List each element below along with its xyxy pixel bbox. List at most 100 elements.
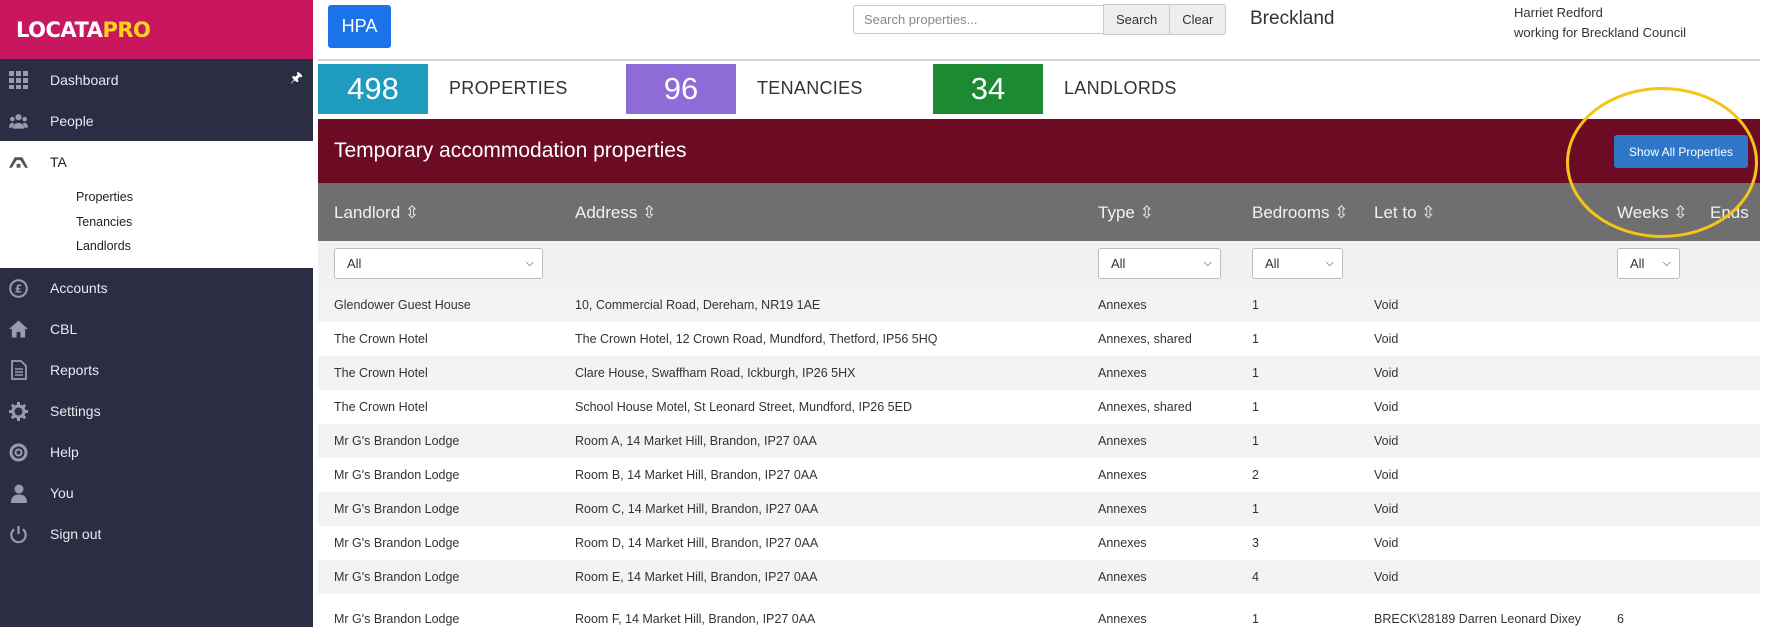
column-header-landlord[interactable]: Landlord ⇳ <box>334 203 419 223</box>
cell-type: Annexes <box>1098 612 1147 626</box>
sidebar-item-label: Accounts <box>50 280 108 296</box>
sidebar-item-you[interactable]: You <box>0 473 313 514</box>
cell-let-to: Void <box>1374 400 1399 414</box>
cell-type: Annexes, shared <box>1098 400 1192 414</box>
search-button[interactable]: Search <box>1103 4 1171 35</box>
sidebar-item-cbl[interactable]: CBL <box>0 309 313 350</box>
filter-row: All ⌵ All ⌵ All ⌵ All ⌵ <box>318 241 1760 288</box>
table-row[interactable]: Mr G's Brandon Lodge Room C, 14 Market H… <box>318 492 1760 526</box>
table-row[interactable]: Mr G's Brandon Lodge Room A, 14 Market H… <box>318 424 1760 458</box>
show-all-properties-button[interactable]: Show All Properties <box>1614 135 1748 168</box>
column-header-ends[interactable]: Ends <box>1710 203 1749 223</box>
sidebar-item-label: CBL <box>50 321 78 337</box>
cell-address: Room E, 14 Market Hill, Brandon, IP27 0A… <box>575 570 818 584</box>
cell-address: Room D, 14 Market Hill, Brandon, IP27 0A… <box>575 536 819 550</box>
home-icon <box>9 320 28 339</box>
cell-type: Annexes <box>1098 536 1147 550</box>
type-filter-select[interactable]: All ⌵ <box>1098 248 1221 279</box>
sidebar-item-ta[interactable]: TA <box>0 141 313 182</box>
cell-let-to: Void <box>1374 536 1399 550</box>
cell-type: Annexes <box>1098 468 1147 482</box>
subnav-item-tenancies[interactable]: Tenancies <box>0 210 313 235</box>
cell-type: Annexes <box>1098 298 1147 312</box>
cell-landlord: Mr G's Brandon Lodge <box>334 570 460 584</box>
cell-bedrooms: 4 <box>1252 570 1259 584</box>
cell-type: Annexes <box>1098 570 1147 584</box>
cell-address: Room F, 14 Market Hill, Brandon, IP27 0A… <box>575 612 816 626</box>
cell-let-to: Void <box>1374 434 1399 448</box>
search-bar: Search Clear <box>853 4 1227 36</box>
chevron-down-icon: ⌵ <box>1203 257 1212 269</box>
table-row[interactable]: The Crown Hotel The Crown Hotel, 12 Crow… <box>318 322 1760 356</box>
locata-pro-logo[interactable]: LOCATA PRO <box>0 0 313 59</box>
column-header-let-to[interactable]: Let to ⇳ <box>1374 203 1436 223</box>
cell-bedrooms: 1 <box>1252 434 1259 448</box>
tenancies-count[interactable]: 96 <box>626 64 736 114</box>
sidebar-item-help[interactable]: Help <box>0 432 313 473</box>
cell-type: Annexes <box>1098 502 1147 516</box>
user-name[interactable]: Harriet Redford <box>1514 5 1603 20</box>
cell-address: Room A, 14 Market Hill, Brandon, IP27 0A… <box>575 434 817 448</box>
column-header-weeks[interactable]: Weeks ⇳ <box>1617 203 1688 223</box>
table-header: Landlord ⇳ Address ⇳ Type ⇳ Bedrooms ⇳ L… <box>318 183 1760 241</box>
column-header-type[interactable]: Type ⇳ <box>1098 203 1154 223</box>
cell-address: Room B, 14 Market Hill, Brandon, IP27 0A… <box>575 468 818 482</box>
table-row[interactable]: Mr G's Brandon Lodge Room B, 14 Market H… <box>318 458 1760 492</box>
column-header-bedrooms[interactable]: Bedrooms ⇳ <box>1252 203 1348 223</box>
cell-let-to: Void <box>1374 502 1399 516</box>
pin-icon[interactable]: 🖈 <box>290 67 303 91</box>
clear-button[interactable]: Clear <box>1170 4 1227 35</box>
properties-count[interactable]: 498 <box>318 64 428 114</box>
subnav-item-properties[interactable]: Properties <box>0 185 313 210</box>
sidebar-item-label: Settings <box>50 403 101 419</box>
cell-landlord: The Crown Hotel <box>334 332 428 346</box>
landlords-count[interactable]: 34 <box>933 64 1043 114</box>
sidebar-item-label: People <box>50 112 94 129</box>
sidebar-item-label: Dashboard <box>50 71 119 88</box>
table-row[interactable]: The Crown Hotel Clare House, Swaffham Ro… <box>318 356 1760 390</box>
landlord-filter-value: All <box>347 256 362 271</box>
tenancies-label: TENANCIES <box>757 78 863 98</box>
sidebar: LOCATA PRO Dashboard 🖈 People TA Properti… <box>0 0 313 627</box>
table-row[interactable]: Mr G's Brandon Lodge Room F, 14 Market H… <box>318 600 1760 627</box>
table-row[interactable]: The Crown Hotel School House Motel, St L… <box>318 390 1760 424</box>
cell-address: The Crown Hotel, 12 Crown Road, Mundford… <box>575 332 938 346</box>
bedrooms-filter-select[interactable]: All ⌵ <box>1252 248 1343 279</box>
cell-type: Annexes, shared <box>1098 332 1192 346</box>
logo-text-pro: PRO <box>102 17 151 42</box>
table-row[interactable]: Glendower Guest House 10, Commercial Roa… <box>318 288 1760 322</box>
cell-landlord: Mr G's Brandon Lodge <box>334 612 460 626</box>
sidebar-nav: Dashboard 🖈 People TA <box>0 59 313 182</box>
cell-address: Clare House, Swaffham Road, Ickburgh, IP… <box>575 366 856 380</box>
search-input[interactable] <box>853 5 1103 34</box>
chevron-down-icon: ⌵ <box>1662 257 1671 269</box>
user-icon <box>9 484 28 503</box>
user-organisation: working for Breckland Council <box>1514 25 1686 40</box>
weeks-filter-select[interactable]: All ⌵ <box>1617 248 1680 279</box>
table-row[interactable]: Mr G's Brandon Lodge Room E, 14 Market H… <box>318 560 1760 594</box>
document-icon <box>9 360 28 380</box>
sidebar-item-settings[interactable]: Settings <box>0 391 313 432</box>
type-filter-value: All <box>1111 256 1126 271</box>
sidebar-item-reports[interactable]: Reports <box>0 350 313 391</box>
cell-bedrooms: 1 <box>1252 332 1259 346</box>
lifebuoy-icon <box>9 443 28 462</box>
cell-landlord: Mr G's Brandon Lodge <box>334 536 460 550</box>
power-icon <box>9 525 28 544</box>
cell-weeks: 6 <box>1617 612 1624 626</box>
sidebar-item-people[interactable]: People <box>0 100 313 141</box>
cell-let-to: Void <box>1374 332 1399 346</box>
sidebar-item-accounts[interactable]: £ Accounts <box>0 268 313 309</box>
chevron-down-icon: ⌵ <box>1325 257 1334 269</box>
cell-bedrooms: 1 <box>1252 400 1259 414</box>
sidebar-item-label: Sign out <box>50 526 102 542</box>
sidebar-item-dashboard[interactable]: Dashboard 🖈 <box>0 59 313 100</box>
sidebar-item-sign-out[interactable]: Sign out <box>0 514 313 555</box>
subnav-item-landlords[interactable]: Landlords <box>0 234 313 259</box>
cell-let-to: Void <box>1374 570 1399 584</box>
table-row[interactable]: Mr G's Brandon Lodge Room D, 14 Market H… <box>318 526 1760 560</box>
landlord-filter-select[interactable]: All ⌵ <box>334 248 543 279</box>
svg-text:£: £ <box>15 282 23 295</box>
column-header-address[interactable]: Address ⇳ <box>575 203 656 223</box>
org-switch-button[interactable]: HPA <box>328 5 391 48</box>
